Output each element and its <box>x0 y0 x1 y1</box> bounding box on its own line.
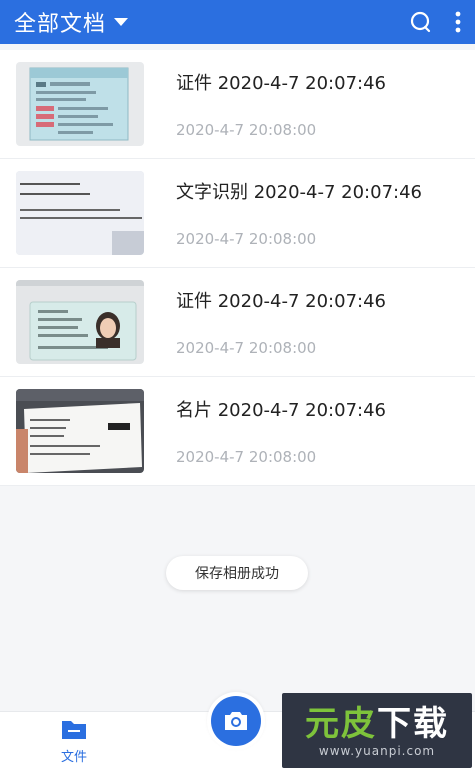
id-card-thumbnail <box>16 280 144 364</box>
doc-text: 证件 2020-4-7 20:07:46 2020-4-7 20:08:00 <box>176 287 386 357</box>
list-item[interactable]: 证件 2020-4-7 20:07:46 2020-4-7 20:08:00 <box>0 50 475 159</box>
camera-icon <box>211 696 261 746</box>
list-item[interactable]: 文字识别 2020-4-7 20:07:46 2020-4-7 20:08:00 <box>0 159 475 268</box>
driver-license-thumbnail <box>16 62 144 146</box>
watermark-brand: 元皮下载 <box>305 703 449 744</box>
business-card-thumbnail <box>16 389 144 473</box>
watermark-url: www.yuanpi.com <box>318 743 436 758</box>
more-vert-icon[interactable] <box>455 10 461 34</box>
doc-date: 2020-4-7 20:08:00 <box>176 448 317 466</box>
chevron-down-icon[interactable] <box>114 18 129 26</box>
nav-files-label: 文件 <box>60 750 87 765</box>
watermark-logo: 元皮下载 www.yuanpi.com <box>282 693 472 768</box>
nav-files-tab[interactable]: 文件 <box>44 718 104 765</box>
app-header: 全部文档 <box>0 0 475 44</box>
doc-date: 2020-4-7 20:08:00 <box>176 121 317 139</box>
search-icon[interactable] <box>409 10 433 34</box>
doc-title: 名片 2020-4-7 20:07:46 <box>176 400 386 421</box>
doc-date: 2020-4-7 20:08:00 <box>176 230 317 248</box>
text-page-thumbnail <box>16 171 144 255</box>
camera-button[interactable] <box>207 692 265 750</box>
doc-title: 证件 2020-4-7 20:07:46 <box>176 73 386 94</box>
header-actions <box>409 10 461 34</box>
toast-message: 保存相册成功 <box>166 556 308 590</box>
doc-text: 名片 2020-4-7 20:07:46 2020-4-7 20:08:00 <box>176 396 386 466</box>
list-item[interactable]: 证件 2020-4-7 20:07:46 2020-4-7 20:08:00 <box>0 268 475 377</box>
list-item[interactable]: 名片 2020-4-7 20:07:46 2020-4-7 20:08:00 <box>0 377 475 486</box>
doc-text: 文字识别 2020-4-7 20:07:46 2020-4-7 20:08:00 <box>176 178 422 248</box>
doc-date: 2020-4-7 20:08:00 <box>176 339 317 357</box>
doc-title: 文字识别 2020-4-7 20:07:46 <box>176 182 422 203</box>
document-list: 证件 2020-4-7 20:07:46 2020-4-7 20:08:00 文… <box>0 50 475 486</box>
page-title[interactable]: 全部文档 <box>14 6 106 38</box>
doc-title: 证件 2020-4-7 20:07:46 <box>176 291 386 312</box>
folder-icon <box>61 718 87 744</box>
doc-text: 证件 2020-4-7 20:07:46 2020-4-7 20:08:00 <box>176 69 386 139</box>
